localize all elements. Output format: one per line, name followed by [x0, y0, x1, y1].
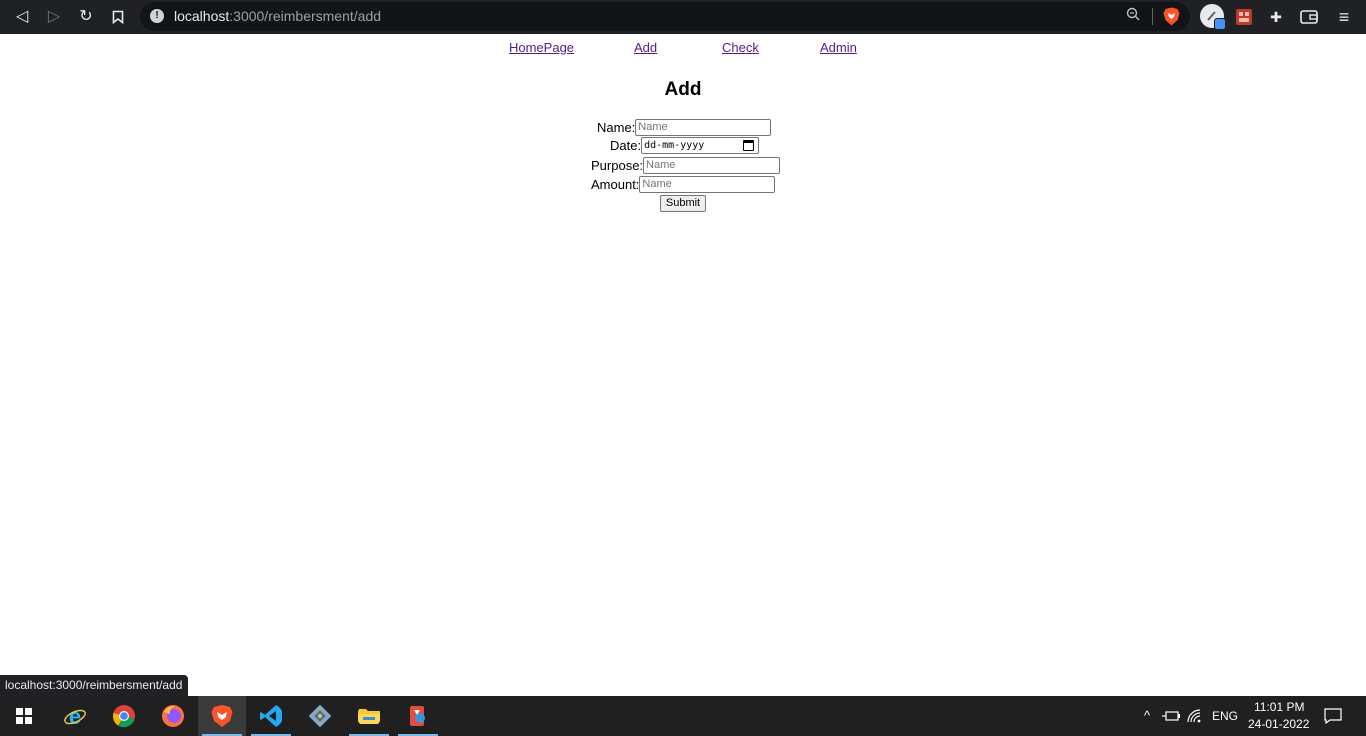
purpose-label: Purpose: [591, 158, 644, 173]
address-bar[interactable]: ! localhost:3000/reimbersment/add [140, 2, 1190, 31]
avatar-badge [1214, 18, 1226, 30]
profile-avatar[interactable] [1200, 4, 1226, 30]
menu-icon[interactable]: ≡ [1332, 5, 1356, 29]
file-explorer-icon[interactable] [345, 696, 393, 736]
amount-label: Amount: [591, 177, 640, 192]
windows-taskbar: e ^ ENG 11:01 PM 24-01-2022 [0, 696, 1366, 736]
brave-shape [1163, 7, 1180, 26]
nav-link-admin[interactable]: Admin [820, 40, 857, 55]
nav-link-homepage[interactable]: HomePage [509, 40, 574, 55]
tray-chevron-icon[interactable]: ^ [1137, 706, 1157, 726]
app-icon[interactable] [394, 696, 442, 736]
windows-logo [16, 708, 32, 724]
wallet-icon[interactable] [1297, 5, 1321, 29]
name-row: Name: Name [597, 118, 772, 137]
purpose-input[interactable]: Name [643, 157, 781, 174]
clock-date[interactable]: 24-01-2022 [1248, 717, 1309, 731]
notification-shape [1324, 708, 1342, 725]
page-title: Add [664, 79, 702, 100]
forward-icon[interactable]: ▷ [42, 5, 66, 29]
nav-link-check[interactable]: Check [722, 40, 759, 55]
git-shape [308, 704, 332, 728]
address-separator [1152, 8, 1153, 25]
firefox-shape [162, 705, 184, 727]
name-input[interactable]: Name [635, 119, 772, 136]
address-text[interactable]: localhost:3000/reimbersment/add [174, 8, 381, 24]
submit-button[interactable]: Submit [660, 195, 706, 212]
back-icon[interactable]: ◁ [10, 5, 34, 29]
extension-shape [1236, 9, 1252, 25]
firefox-icon[interactable] [149, 696, 197, 736]
amount-input[interactable]: Name [639, 176, 776, 193]
site-info-icon[interactable]: ! [150, 9, 164, 23]
extension-icon[interactable] [1232, 5, 1256, 29]
extensions-puzzle-icon[interactable]: ✚ [1264, 5, 1288, 29]
reload-icon[interactable]: ↻ [74, 5, 98, 29]
date-row: Date: dd-mm-yyyy [610, 136, 760, 155]
brave-shields-icon[interactable] [1163, 7, 1180, 26]
wallet-shape [1300, 10, 1318, 24]
chrome-shape [112, 705, 135, 728]
nav-link-add[interactable]: Add [634, 40, 657, 55]
folder-shape [358, 709, 380, 724]
date-input[interactable]: dd-mm-yyyy [641, 137, 760, 154]
git-icon[interactable] [296, 696, 344, 736]
zoom-icon[interactable] [1124, 7, 1142, 25]
ie-shape: e [64, 704, 86, 728]
wifi-shape [1187, 709, 1201, 723]
wifi-icon[interactable] [1186, 706, 1206, 726]
address-host: localhost [174, 8, 230, 24]
address-path: :3000/reimbersment/add [229, 8, 382, 24]
chrome-icon[interactable] [100, 696, 148, 736]
purpose-row: Purpose: Name [591, 156, 781, 175]
notification-center-icon[interactable] [1323, 706, 1343, 726]
bookmark-shape [112, 10, 124, 25]
date-placeholder: dd-mm-yyyy [644, 140, 705, 151]
browser-toolbar: ◁ ▷ ↻ ! localhost:3000/reimbersment/add [0, 0, 1366, 34]
app-shape [410, 706, 425, 726]
battery-icon[interactable] [1161, 706, 1181, 726]
vscode-shape [260, 705, 282, 727]
language-indicator[interactable]: ENG [1212, 709, 1238, 723]
brave-taskbar-shape [211, 705, 233, 727]
zoom-shape [1126, 7, 1140, 21]
calendar-icon[interactable] [743, 140, 755, 151]
bookmark-icon[interactable] [106, 5, 130, 29]
internet-explorer-icon[interactable]: e [51, 696, 99, 736]
vscode-icon[interactable] [247, 696, 295, 736]
svg-text:e: e [69, 704, 81, 728]
status-url-bubble: localhost:3000/reimbersment/add [0, 675, 189, 696]
name-label: Name: [597, 120, 636, 135]
clock-time[interactable]: 11:01 PM [1254, 700, 1304, 714]
windows-start-icon[interactable] [0, 696, 48, 736]
battery-shape [1162, 711, 1180, 721]
brave-icon[interactable] [198, 696, 246, 736]
amount-row: Amount: Name [591, 175, 776, 194]
date-label: Date: [610, 138, 642, 153]
site-navigation: HomePage Add Check Admin [0, 40, 1366, 58]
